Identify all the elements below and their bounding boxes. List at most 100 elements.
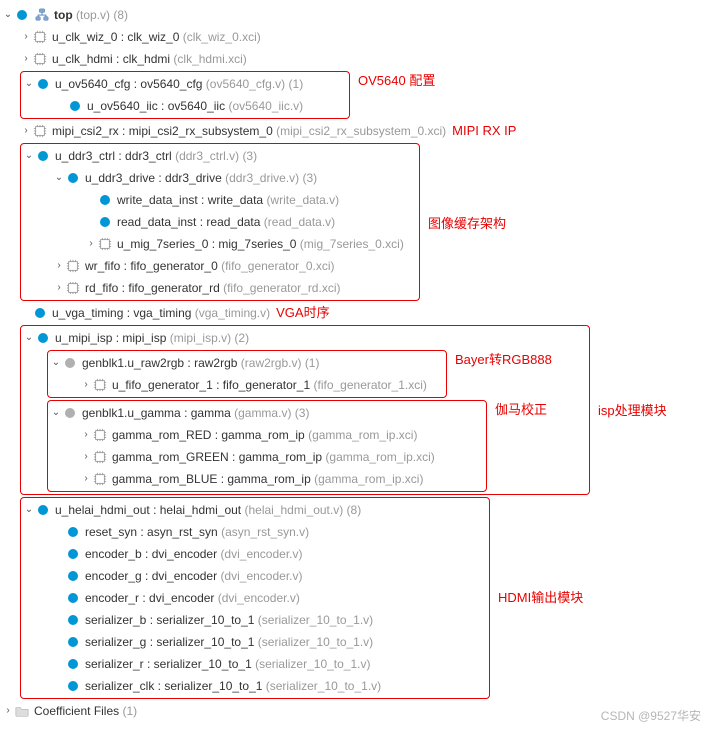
tree-row[interactable]: ⌄ u_ov5640_cfg : ov5640_cfg (ov5640_cfg.… [23, 73, 347, 95]
node-file: (dvi_encoder.v) [218, 591, 300, 605]
node-label: u_vga_timing : vga_timing [52, 306, 191, 320]
module-icon [35, 79, 51, 89]
hierarchy-icon [34, 8, 50, 22]
expand-icon[interactable]: › [2, 700, 14, 722]
node-file: (clk_wiz_0.xci) [183, 30, 261, 44]
tree-row[interactable]: ⌄ u_ddr3_ctrl : ddr3_ctrl (ddr3_ctrl.v) … [23, 145, 417, 167]
ip-icon [92, 378, 108, 392]
annotation-vga: VGA时序 [276, 302, 329, 324]
tree-row[interactable]: · write_data_inst : write_data (write_da… [23, 189, 417, 211]
tree-row[interactable]: › u_fifo_generator_1 : fifo_generator_1 … [50, 374, 444, 396]
expand-icon[interactable]: ⌄ [23, 73, 35, 95]
expand-icon[interactable]: ⌄ [2, 4, 14, 26]
tree-row[interactable]: ·serializer_r : serializer_10_to_1 (seri… [23, 653, 487, 675]
node-file: (raw2rgb.v) [241, 356, 302, 370]
node-count: (1) [305, 356, 320, 370]
tree-row[interactable]: › u_mig_7series_0 : mig_7series_0 (mig_7… [23, 233, 417, 255]
node-file: (fifo_generator_0.xci) [221, 259, 334, 273]
expand-icon[interactable]: › [20, 48, 32, 70]
folder-icon [14, 704, 30, 718]
expand-icon[interactable]: ⌄ [50, 402, 62, 424]
node-file: (vga_timing.v) [195, 306, 270, 320]
expand-icon[interactable]: ⌄ [23, 327, 35, 349]
tree-row[interactable]: ·encoder_r : dvi_encoder (dvi_encoder.v) [23, 587, 487, 609]
tree-row[interactable]: › rd_fifo : fifo_generator_rd (fifo_gene… [23, 277, 417, 299]
node-file: (helai_hdmi_out.v) [244, 503, 343, 517]
node-count: (1) [123, 704, 138, 718]
node-label: u_clk_wiz_0 : clk_wiz_0 [52, 30, 179, 44]
node-file: (ddr3_ctrl.v) [175, 149, 239, 163]
tree-row[interactable]: › mipi_csi2_rx : mipi_csi2_rx_subsystem_… [2, 120, 705, 142]
annotation-isp: isp处理模块 [590, 324, 667, 494]
annotation-box-isp: ⌄ u_mipi_isp : mipi_isp (mipi_isp.v) (2)… [20, 325, 590, 495]
ip-icon [97, 237, 113, 251]
tree-row[interactable]: ·serializer_clk : serializer_10_to_1 (se… [23, 675, 487, 697]
node-label: u_fifo_generator_1 : fifo_generator_1 [112, 378, 310, 392]
tree-row[interactable]: ·reset_syn : asyn_rst_syn (asyn_rst_syn.… [23, 521, 487, 543]
node-label: u_ov5640_iic : ov5640_iic [87, 99, 225, 113]
annotation-ddr: 图像缓存架构 [420, 142, 506, 302]
tree-row[interactable]: · u_vga_timing : vga_timing (vga_timing.… [2, 302, 705, 324]
expand-icon[interactable]: › [80, 446, 92, 468]
expand-icon[interactable]: › [53, 255, 65, 277]
node-label: write_data_inst : write_data [117, 193, 263, 207]
expand-icon[interactable]: ⌄ [23, 499, 35, 521]
node-label: serializer_b : serializer_10_to_1 [85, 613, 254, 627]
tree-row[interactable]: ⌄ u_ddr3_drive : ddr3_drive (ddr3_drive.… [23, 167, 417, 189]
node-count: (2) [234, 331, 249, 345]
node-label: read_data_inst : read_data [117, 215, 260, 229]
tree-row-coeff[interactable]: › Coefficient Files (1) [2, 700, 705, 722]
expand-icon[interactable]: › [80, 468, 92, 490]
expand-icon[interactable]: › [80, 424, 92, 446]
node-file: (top.v) [76, 8, 110, 22]
module-icon [32, 308, 48, 318]
tree-row-top[interactable]: ⌄ top (top.v) (8) [2, 4, 705, 26]
tree-row[interactable]: · read_data_inst : read_data (read_data.… [23, 211, 417, 233]
annotation-box-hdmi: ⌄ u_helai_hdmi_out : helai_hdmi_out (hel… [20, 497, 490, 699]
node-label: encoder_b : dvi_encoder [85, 547, 217, 561]
tree-row[interactable]: ·serializer_b : serializer_10_to_1 (seri… [23, 609, 487, 631]
tree-row[interactable]: › u_clk_hdmi : clk_hdmi (clk_hdmi.xci) [2, 48, 705, 70]
tree-row[interactable]: ·encoder_b : dvi_encoder (dvi_encoder.v) [23, 543, 487, 565]
tree-row[interactable]: ·encoder_g : dvi_encoder (dvi_encoder.v) [23, 565, 487, 587]
node-label: u_helai_hdmi_out : helai_hdmi_out [55, 503, 241, 517]
node-file: (serializer_10_to_1.v) [258, 635, 373, 649]
tree-row[interactable]: ⌄ u_helai_hdmi_out : helai_hdmi_out (hel… [23, 499, 487, 521]
tree-row[interactable]: ⌄ genblk1.u_raw2rgb : raw2rgb (raw2rgb.v… [50, 352, 444, 374]
tree-row[interactable]: › gamma_rom_BLUE : gamma_rom_ip (gamma_r… [50, 468, 484, 490]
node-label: encoder_g : dvi_encoder [85, 569, 217, 583]
tree-row[interactable]: › gamma_rom_RED : gamma_rom_ip (gamma_ro… [50, 424, 484, 446]
expand-icon[interactable]: › [85, 233, 97, 255]
tree-row[interactable]: › wr_fifo : fifo_generator_0 (fifo_gener… [23, 255, 417, 277]
module-icon [65, 571, 81, 581]
node-file: (clk_hdmi.xci) [173, 52, 246, 66]
tree-row[interactable]: ⌄ u_mipi_isp : mipi_isp (mipi_isp.v) (2) [23, 327, 587, 349]
node-label: encoder_r : dvi_encoder [85, 591, 214, 605]
tree-row[interactable]: ·serializer_g : serializer_10_to_1 (seri… [23, 631, 487, 653]
annotation-box-gamma: ⌄ genblk1.u_gamma : gamma (gamma.v) (3) … [47, 400, 487, 492]
expand-icon[interactable]: › [53, 277, 65, 299]
ip-icon [32, 30, 48, 44]
module-icon [67, 101, 83, 111]
node-label: serializer_clk : serializer_10_to_1 [85, 679, 262, 693]
module-icon [65, 659, 81, 669]
module-icon [35, 333, 51, 343]
expand-icon[interactable]: ⌄ [23, 145, 35, 167]
tree-row[interactable]: · u_ov5640_iic : ov5640_iic (ov5640_iic.… [23, 95, 347, 117]
tree-row[interactable]: › u_clk_wiz_0 : clk_wiz_0 (clk_wiz_0.xci… [2, 26, 705, 48]
expand-icon[interactable]: ⌄ [50, 352, 62, 374]
module-icon [35, 151, 51, 161]
node-label: mipi_csi2_rx : mipi_csi2_rx_subsystem_0 [52, 124, 273, 138]
node-file: (mipi_isp.v) [170, 331, 231, 345]
expand-icon[interactable]: › [80, 374, 92, 396]
expand-icon[interactable]: › [20, 26, 32, 48]
annotation-box-ddr: ⌄ u_ddr3_ctrl : ddr3_ctrl (ddr3_ctrl.v) … [20, 143, 420, 301]
node-file: (mipi_csi2_rx_subsystem_0.xci) [276, 124, 446, 138]
expand-icon[interactable]: ⌄ [53, 167, 65, 189]
module-icon [65, 681, 81, 691]
node-count: (1) [289, 77, 304, 91]
tree-row[interactable]: ⌄ genblk1.u_gamma : gamma (gamma.v) (3) [50, 402, 484, 424]
tree-row[interactable]: › gamma_rom_GREEN : gamma_rom_ip (gamma_… [50, 446, 484, 468]
expand-icon[interactable]: › [20, 120, 32, 142]
node-file: (gamma_rom_ip.xci) [325, 450, 434, 464]
